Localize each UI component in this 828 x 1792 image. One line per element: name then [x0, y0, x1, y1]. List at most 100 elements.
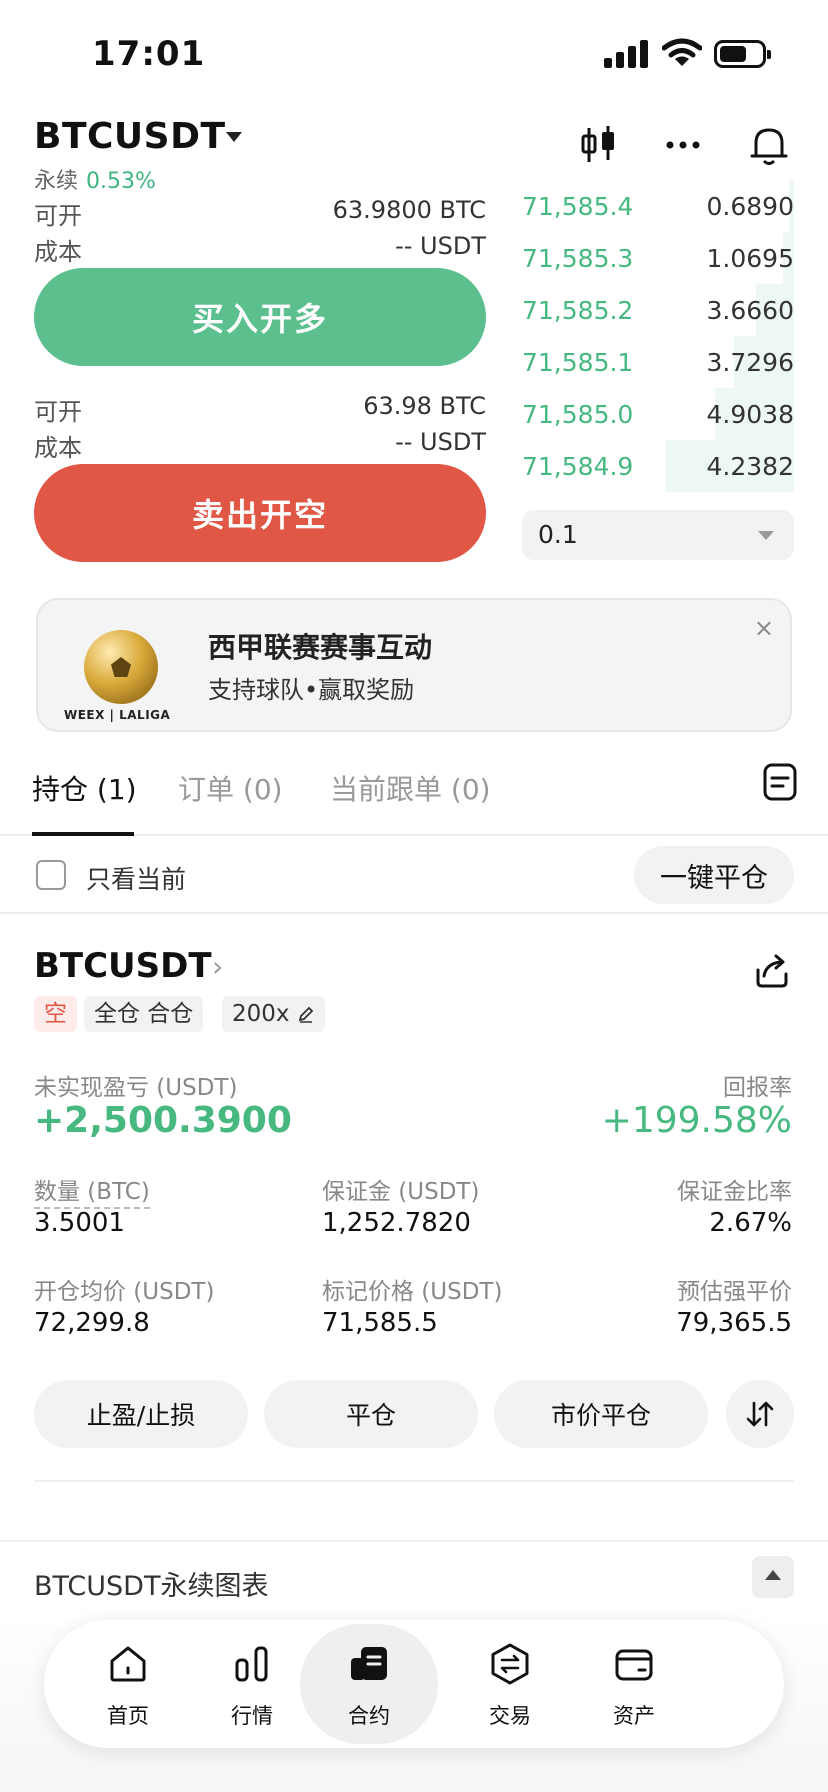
order-book: 71,585.4 0.6890 71,585.3 1.0695 71,585.2 3.…: [522, 180, 794, 492]
symbol-dropdown-icon[interactable]: [226, 132, 242, 142]
home-icon: [110, 1646, 146, 1682]
tab-copy-trades[interactable]: 当前跟单 (0): [330, 768, 491, 808]
bid-price: 71,584.9: [522, 452, 634, 481]
bottom-nav: 首页 行情 合约 交易 资产: [44, 1620, 784, 1748]
order-book-row[interactable]: 71,585.1 3.7296: [522, 336, 794, 388]
tab-orders[interactable]: 订单 (0): [178, 768, 283, 808]
bid-qty: 3.6660: [706, 296, 794, 325]
close-position-button[interactable]: 平仓: [264, 1380, 478, 1448]
contract-type-label: 永续: [34, 169, 79, 194]
position-tabs: 持仓 (1) 订单 (0) 当前跟单 (0): [0, 738, 828, 836]
order-history-icon[interactable]: [762, 762, 798, 802]
short-available-label: 可开: [34, 398, 82, 426]
position-filter-bar: 只看当前 一键平仓: [0, 838, 828, 914]
order-book-row[interactable]: 71,585.0 4.9038: [522, 388, 794, 440]
order-book-row[interactable]: 71,584.9 4.2382: [522, 440, 794, 492]
bid-qty: 4.9038: [706, 400, 794, 429]
price-step-value: 0.1: [538, 520, 578, 549]
symbol-subtitle: 永续 0.53%: [34, 163, 156, 195]
margin-ratio-value: 2.67%: [709, 1208, 792, 1238]
long-available-label: 可开: [34, 202, 82, 230]
entry-price-value: 72,299.8: [34, 1308, 150, 1338]
market-close-button[interactable]: 市价平仓: [494, 1380, 708, 1448]
bid-qty: 1.0695: [706, 244, 794, 273]
chevron-up-icon: [765, 1570, 781, 1580]
divider: [34, 1480, 794, 1482]
bid-qty: 4.2382: [706, 452, 794, 481]
unrealized-pnl-value: +2,500.3900: [34, 1100, 292, 1141]
battery-icon: [714, 40, 771, 68]
leverage-tag[interactable]: 200x: [222, 996, 325, 1032]
position-symbol[interactable]: BTCUSDT: [34, 946, 212, 986]
promo-banner[interactable]: WEEX | LALIGA 西甲联赛赛事互动 支持球队•赢取奖励 ×: [36, 598, 792, 732]
more-icon[interactable]: [660, 122, 706, 168]
bid-price: 71,585.3: [522, 244, 634, 273]
active-tab-indicator: [32, 832, 134, 836]
wallet-icon: [615, 1649, 653, 1681]
entry-price-label: 开仓均价 (USDT): [34, 1279, 215, 1305]
swap-arrows-icon: [746, 1401, 774, 1427]
quantity-value: 3.5001: [34, 1208, 125, 1238]
side-tag-short: 空: [34, 996, 77, 1032]
chart-section-header[interactable]: BTCUSDT永续图表: [0, 1540, 828, 1616]
notification-bell-icon[interactable]: [746, 122, 792, 168]
markets-icon: [235, 1646, 268, 1682]
golden-football-icon: [84, 630, 158, 704]
tp-sl-button[interactable]: 止盈/止损: [34, 1380, 248, 1448]
short-cost-value: -- USDT: [395, 428, 486, 456]
chart-section-title: BTCUSDT永续图表: [34, 1571, 269, 1602]
liquidation-price-value: 79,365.5: [676, 1308, 792, 1338]
banner-title: 西甲联赛赛事互动: [208, 631, 433, 664]
nav-label-futures: 合约: [348, 1704, 390, 1728]
share-icon[interactable]: [752, 950, 792, 990]
metric-label: 数量 (BTC): [34, 1172, 150, 1209]
bid-price: 71,585.0: [522, 400, 634, 429]
order-book-row[interactable]: 71,585.4 0.6890: [522, 180, 794, 232]
status-bar: 17:01: [0, 0, 828, 110]
order-book-row[interactable]: 71,585.2 3.6660: [522, 284, 794, 336]
edit-icon[interactable]: [297, 1005, 315, 1023]
show-current-label[interactable]: 只看当前: [86, 860, 186, 896]
symbol-title[interactable]: BTCUSDT: [34, 116, 226, 157]
margin-mode-tag: 全仓 合仓: [84, 996, 204, 1032]
short-cost-label: 成本: [34, 434, 82, 462]
trade-icon: [491, 1643, 529, 1685]
candlestick-chart-icon[interactable]: [576, 122, 622, 168]
long-cost-label: 成本: [34, 238, 82, 266]
nav-label-assets: 资产: [613, 1704, 655, 1728]
chevron-right-icon[interactable]: ›: [212, 950, 223, 983]
long-available-value: 63.9800 BTC: [332, 196, 486, 224]
price-step-select[interactable]: 0.1: [522, 510, 794, 560]
unrealized-pnl-label: 未实现盈亏 (USDT): [34, 1075, 238, 1101]
tab-positions[interactable]: 持仓 (1): [32, 768, 137, 808]
expand-chart-button[interactable]: [752, 1556, 794, 1598]
bid-qty: 0.6890: [706, 192, 794, 221]
nav-item-assets[interactable]: 资产: [560, 1620, 708, 1748]
close-all-button[interactable]: 一键平仓: [634, 846, 794, 904]
bid-price: 71,585.2: [522, 296, 634, 325]
nav-item-futures[interactable]: 合约: [300, 1624, 438, 1744]
roe-value: +199.58%: [601, 1100, 792, 1141]
buy-long-button[interactable]: 买入开多: [34, 268, 486, 366]
quantity-label[interactable]: 数量 (BTC): [34, 1179, 150, 1209]
margin-ratio-label: 保证金比率: [677, 1179, 792, 1205]
chevron-down-icon: [758, 531, 774, 540]
cellular-signal-icon: [604, 40, 648, 68]
mark-price-value: 71,585.5: [322, 1308, 438, 1338]
brand-logo: WEEX | LALIGA: [64, 708, 171, 722]
show-current-checkbox[interactable]: [36, 860, 66, 890]
short-available-value: 63.98 BTC: [363, 392, 486, 420]
margin-value: 1,252.7820: [322, 1208, 471, 1238]
margin-label: 保证金 (USDT): [322, 1179, 480, 1205]
futures-icon: [351, 1647, 387, 1680]
reverse-position-button[interactable]: [726, 1380, 794, 1448]
order-book-row[interactable]: 71,585.3 1.0695: [522, 232, 794, 284]
bid-qty: 3.7296: [706, 348, 794, 377]
liquidation-price-label: 预估强平价: [677, 1279, 792, 1305]
sell-short-button[interactable]: 卖出开空: [34, 464, 486, 562]
long-cost-value: -- USDT: [395, 232, 486, 260]
leverage-value: 200x: [232, 1001, 290, 1027]
status-time: 17:01: [92, 34, 206, 74]
wifi-icon: [662, 38, 702, 66]
close-icon[interactable]: ×: [754, 614, 774, 642]
